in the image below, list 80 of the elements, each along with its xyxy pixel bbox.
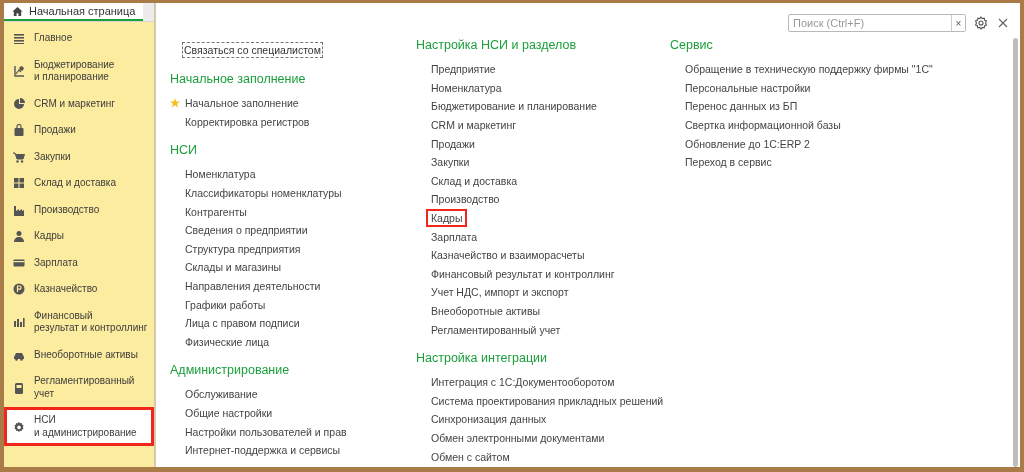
menu-link[interactable]: Перенос данных из БП (680, 97, 803, 116)
menu-link[interactable]: Синхронизация данных (426, 410, 552, 429)
menu-link[interactable]: Кадры (426, 209, 468, 228)
sidebar-item[interactable]: Финансовый результат и контроллинг (4, 302, 154, 342)
sidebar-item[interactable]: Главное (4, 25, 154, 52)
chart-icon (13, 65, 25, 77)
menu-link[interactable]: Контрагенты (180, 202, 252, 221)
sidebar-item[interactable]: CRM и маркетинг (4, 90, 154, 117)
scrollbar[interactable] (1013, 38, 1018, 467)
menu-link[interactable]: Учет НДС, импорт и экспорт (426, 283, 574, 302)
menu-link[interactable]: Номенклатура (180, 165, 261, 184)
sidebar-item[interactable]: Казначейство (4, 276, 154, 303)
menu-link[interactable]: Казначейство и взаиморасчеты (426, 246, 590, 265)
menu-link[interactable]: Начальное заполнение (180, 94, 304, 113)
menu-link[interactable]: Общие настройки (180, 404, 278, 422)
section-heading: Настройка интеграции (416, 349, 548, 367)
menu-link[interactable]: Физические лица (180, 332, 275, 351)
menu-link[interactable]: Продажи (426, 134, 480, 153)
menu-link[interactable]: Графики работы (180, 295, 271, 314)
sidebar-item[interactable]: Продажи (4, 117, 154, 144)
sidebar-item[interactable]: Зарплата (4, 249, 154, 276)
menu-link[interactable]: Склады и магазины (180, 258, 287, 277)
menu-link[interactable]: Закупки (426, 153, 475, 172)
person-icon (13, 230, 25, 243)
menu-link[interactable]: Структура предприятия (180, 239, 306, 258)
settings-icon (13, 420, 25, 433)
section-heading: Сервис (670, 37, 713, 54)
menu-link[interactable]: Лица с правом подписи (180, 314, 305, 333)
sidebar-item[interactable]: Закупки (4, 143, 154, 170)
settings-icon[interactable] (974, 16, 988, 30)
coin-icon (13, 283, 25, 296)
section-heading: Настройка НСИ и разделов (416, 37, 577, 54)
search-field[interactable]: Поиск (Ctrl+F) × (788, 14, 966, 32)
pie-chart-icon (13, 97, 25, 110)
menu-link[interactable]: Обмен электронными документами (426, 429, 610, 447)
sidebar-item[interactable]: Производство (4, 196, 154, 223)
menu-link[interactable]: Бюджетирование и планирование (426, 97, 602, 116)
contact-specialist-button[interactable]: Связаться со специалистом (182, 42, 323, 58)
menu-link[interactable]: Интеграция с 1С:Документооборотом (426, 373, 620, 392)
menu-link[interactable]: Зарплата (426, 227, 482, 246)
close-icon[interactable] (996, 16, 1010, 30)
menu-link[interactable]: Обмен с сайтом (426, 447, 515, 466)
menu-link[interactable]: Направления деятельности (180, 277, 326, 296)
sidebar-item[interactable]: НСИ и администрирование (4, 407, 154, 446)
menu-icon (13, 32, 25, 45)
bar-chart-icon (13, 316, 25, 328)
menu-link[interactable]: Корректировка регистров (180, 112, 315, 131)
menu-link[interactable]: Настройки пользователей и прав (180, 422, 352, 441)
sidebar-item[interactable]: Регламентированный учет (4, 368, 154, 407)
menu-link[interactable]: Персональные настройки (680, 78, 816, 97)
menu-link[interactable]: Внеоборотные активы (426, 302, 546, 320)
section-heading: Администрирование (170, 362, 290, 380)
menu-link[interactable]: Обслуживание (180, 385, 263, 404)
section-heading: НСИ (170, 142, 198, 160)
menu-link[interactable]: Предприятие (426, 60, 501, 79)
sidebar-item[interactable]: Склад и доставка (4, 170, 154, 197)
grid-icon (13, 177, 25, 190)
menu-link[interactable]: Обновление до 1С:ERP 2 (680, 134, 815, 153)
menu-link[interactable]: Переход в сервис (680, 153, 777, 172)
menu-link[interactable]: Классификаторы номенклатуры (180, 184, 347, 203)
menu-link[interactable]: Обращение в техническую поддержку фирмы "1С" (680, 60, 938, 79)
menu-link[interactable]: Система проектирования прикладных решений (426, 391, 669, 410)
menu-link[interactable]: Интернет-поддержка и сервисы (180, 441, 346, 460)
menu-link[interactable]: Номенклатура (426, 78, 507, 97)
menu-link[interactable]: Свертка информационной базы (680, 116, 846, 135)
sidebar-item[interactable]: Кадры (4, 223, 154, 250)
menu-link[interactable]: Сведения о предприятии (180, 221, 313, 240)
factory-icon (13, 203, 25, 216)
cart-icon (13, 150, 25, 163)
home-icon (12, 5, 23, 17)
tab[interactable]: Начальная страница (4, 3, 144, 21)
menu-link[interactable]: Регламентированный учет (426, 320, 566, 339)
sidebar-item[interactable]: Внеоборотные активы (4, 341, 154, 368)
section-heading: Начальное заполнение (170, 71, 306, 88)
menu-link[interactable]: Склад и доставка (426, 171, 523, 190)
menu-link[interactable]: Финансовый результат и контроллинг (426, 264, 620, 283)
clear-button[interactable]: × (951, 15, 965, 31)
menu-link[interactable]: CRM и маркетинг (426, 116, 521, 135)
menu-link[interactable]: Производство (426, 190, 505, 209)
sidebar-item[interactable]: Бюджетирование и планирование (4, 51, 154, 91)
